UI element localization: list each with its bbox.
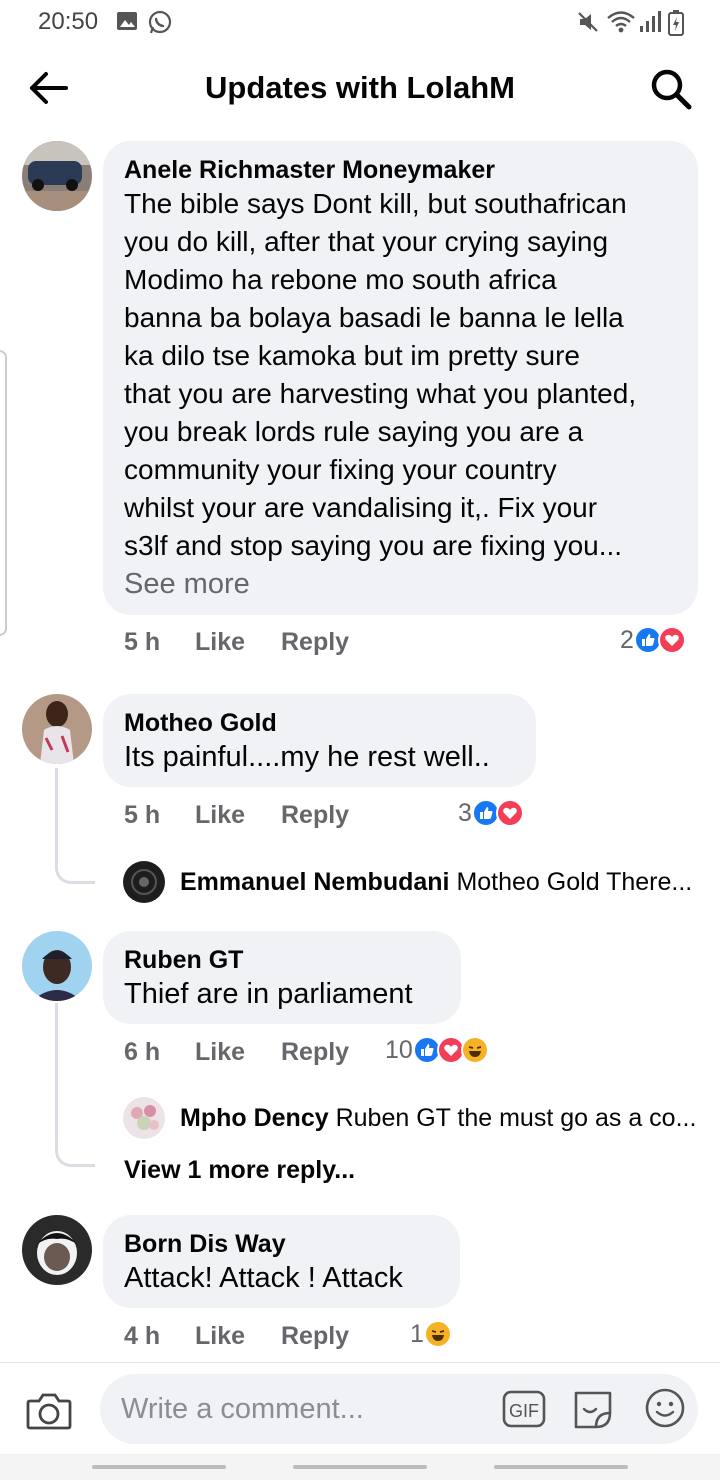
reply-snippet: Motheo Gold There... — [456, 868, 693, 896]
avatar[interactable] — [22, 141, 92, 211]
reply-author: Emmanuel Nembudani — [180, 868, 450, 896]
comment-text: The bible says Dont kill, but southafric… — [124, 188, 637, 561]
avatar[interactable] — [22, 1215, 92, 1285]
comment-author[interactable]: Anele Richmaster Moneymaker — [124, 155, 678, 185]
haha-icon — [423, 1320, 452, 1348]
comment-time: 6 h — [124, 1038, 161, 1066]
comment-author[interactable]: Motheo Gold — [124, 708, 516, 738]
gallery-icon — [117, 12, 137, 30]
comment-actions: 5 h Like Reply — [124, 628, 424, 660]
comment-bubble: Born Dis Way Attack! Attack ! Attack — [103, 1215, 460, 1308]
reaction-summary[interactable]: 3 — [458, 798, 524, 828]
gif-label: GIF — [509, 1401, 539, 1421]
comment-input[interactable] — [121, 1374, 491, 1444]
reaction-count: 2 — [620, 625, 634, 654]
reaction-summary[interactable]: 10 — [385, 1035, 489, 1065]
avatar[interactable] — [123, 861, 165, 903]
wifi-icon — [607, 11, 635, 33]
like-button[interactable]: Like — [195, 628, 245, 657]
reply-button[interactable]: Reply — [281, 628, 349, 657]
status-time: 20:50 — [38, 8, 99, 35]
love-icon — [495, 799, 524, 827]
comment-time: 4 h — [124, 1322, 161, 1350]
reaction-summary[interactable]: 1 — [410, 1319, 452, 1349]
page-title: Updates with LolahM — [205, 70, 515, 105]
comment-actions: 6 h Like Reply — [124, 1038, 424, 1070]
reply-snippet: Ruben GT the must go as a co... — [335, 1104, 697, 1132]
reaction-count: 10 — [385, 1035, 413, 1064]
comment-author[interactable]: Ruben GT — [124, 945, 441, 975]
comment-actions: 4 h Like Reply — [124, 1322, 424, 1354]
like-button[interactable]: Like — [195, 1038, 245, 1067]
status-bar: 20:50 — [0, 0, 720, 46]
comment-bubble: Motheo Gold Its painful....my he rest we… — [103, 694, 536, 787]
side-panel-edge — [0, 350, 7, 636]
reply-button[interactable]: Reply — [281, 1322, 349, 1351]
mute-icon — [578, 12, 598, 32]
comment-time: 5 h — [124, 801, 161, 829]
camera-icon[interactable] — [26, 1391, 72, 1431]
haha-icon — [460, 1036, 489, 1064]
reply-button[interactable]: Reply — [281, 1038, 349, 1067]
avatar[interactable] — [123, 1097, 165, 1139]
thread-line — [55, 768, 95, 884]
search-icon[interactable] — [648, 66, 694, 112]
gif-icon[interactable]: GIF — [502, 1390, 546, 1428]
top-bar: Updates with LolahM — [0, 46, 720, 130]
emoji-icon[interactable] — [643, 1386, 687, 1430]
sticker-icon[interactable] — [570, 1387, 616, 1431]
comment-text: Thief are in parliament — [124, 978, 413, 1010]
nav-back-button[interactable] — [494, 1465, 628, 1469]
whatsapp-icon — [148, 10, 172, 34]
like-button[interactable]: Like — [195, 1322, 245, 1351]
thread-line — [55, 1003, 95, 1167]
view-more-replies[interactable]: View 1 more reply... — [124, 1156, 355, 1185]
reply-preview[interactable]: Emmanuel Nembudani Motheo Gold There... — [180, 868, 692, 897]
comment-composer: GIF — [0, 1362, 720, 1454]
comment-text: Its painful....my he rest well.. — [124, 741, 490, 773]
like-button[interactable]: Like — [195, 801, 245, 830]
comment-field: GIF — [100, 1374, 698, 1444]
avatar[interactable] — [22, 931, 92, 1001]
comment-bubble: Ruben GT Thief are in parliament — [103, 931, 461, 1024]
reaction-count: 1 — [410, 1319, 424, 1348]
nav-home-button[interactable] — [293, 1465, 427, 1469]
comment-actions: 5 h Like Reply — [124, 801, 424, 833]
comment-time: 5 h — [124, 628, 161, 656]
battery-icon — [668, 10, 684, 36]
reply-author: Mpho Dency — [180, 1104, 329, 1132]
love-icon — [657, 626, 686, 654]
system-nav-bar — [0, 1454, 720, 1480]
comment-text: Attack! Attack ! Attack — [124, 1262, 403, 1294]
comment-author[interactable]: Born Dis Way — [124, 1229, 440, 1259]
see-more-link[interactable]: See more — [124, 565, 678, 603]
signal-icon — [640, 11, 661, 32]
avatar[interactable] — [22, 694, 92, 764]
reply-preview[interactable]: Mpho Dency Ruben GT the must go as a co.… — [180, 1104, 696, 1133]
reaction-count: 3 — [458, 798, 472, 827]
reaction-summary[interactable]: 2 — [620, 625, 686, 655]
comment-bubble: Anele Richmaster Moneymaker The bible sa… — [103, 141, 698, 615]
reply-button[interactable]: Reply — [281, 801, 349, 830]
nav-recents-button[interactable] — [92, 1465, 226, 1469]
